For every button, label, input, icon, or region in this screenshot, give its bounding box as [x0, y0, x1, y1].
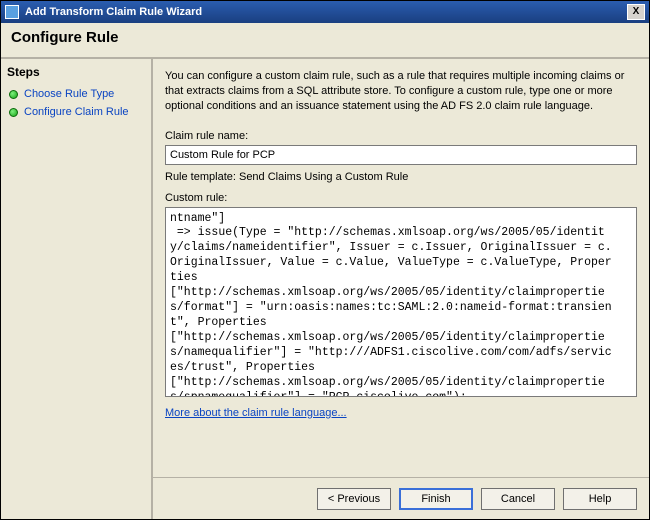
- step-current-icon: [9, 108, 18, 117]
- intro-text: You can configure a custom claim rule, s…: [165, 69, 637, 114]
- step-label: Choose Rule Type: [24, 88, 114, 100]
- step-configure-claim-rule[interactable]: Configure Claim Rule: [7, 103, 145, 121]
- previous-button[interactable]: < Previous: [317, 488, 391, 510]
- help-button[interactable]: Help: [563, 488, 637, 510]
- custom-rule-textarea[interactable]: [165, 207, 637, 397]
- wizard-window: Add Transform Claim Rule Wizard X Config…: [0, 0, 650, 520]
- content-area: You can configure a custom claim rule, s…: [153, 59, 649, 477]
- step-complete-icon: [9, 90, 18, 99]
- button-bar: < Previous Finish Cancel Help: [153, 477, 649, 519]
- step-choose-rule-type[interactable]: Choose Rule Type: [7, 85, 145, 103]
- claim-rule-name-label: Claim rule name:: [165, 130, 637, 142]
- titlebar[interactable]: Add Transform Claim Rule Wizard X: [1, 1, 649, 23]
- main-panel: You can configure a custom claim rule, s…: [153, 59, 649, 519]
- rule-template-line: Rule template: Send Claims Using a Custo…: [165, 171, 637, 183]
- claim-language-link[interactable]: More about the claim rule language...: [165, 407, 637, 419]
- page-title: Configure Rule: [11, 29, 639, 46]
- custom-rule-label: Custom rule:: [165, 192, 637, 204]
- step-label: Configure Claim Rule: [24, 106, 129, 118]
- app-icon: [5, 5, 19, 19]
- steps-sidebar: Steps Choose Rule Type Configure Claim R…: [1, 59, 153, 519]
- claim-rule-name-input[interactable]: [165, 145, 637, 165]
- cancel-button[interactable]: Cancel: [481, 488, 555, 510]
- wizard-body: Steps Choose Rule Type Configure Claim R…: [1, 59, 649, 519]
- window-title: Add Transform Claim Rule Wizard: [25, 6, 202, 18]
- finish-button[interactable]: Finish: [399, 488, 473, 510]
- wizard-header: Configure Rule: [1, 23, 649, 59]
- steps-heading: Steps: [7, 65, 145, 79]
- close-icon[interactable]: X: [627, 4, 645, 20]
